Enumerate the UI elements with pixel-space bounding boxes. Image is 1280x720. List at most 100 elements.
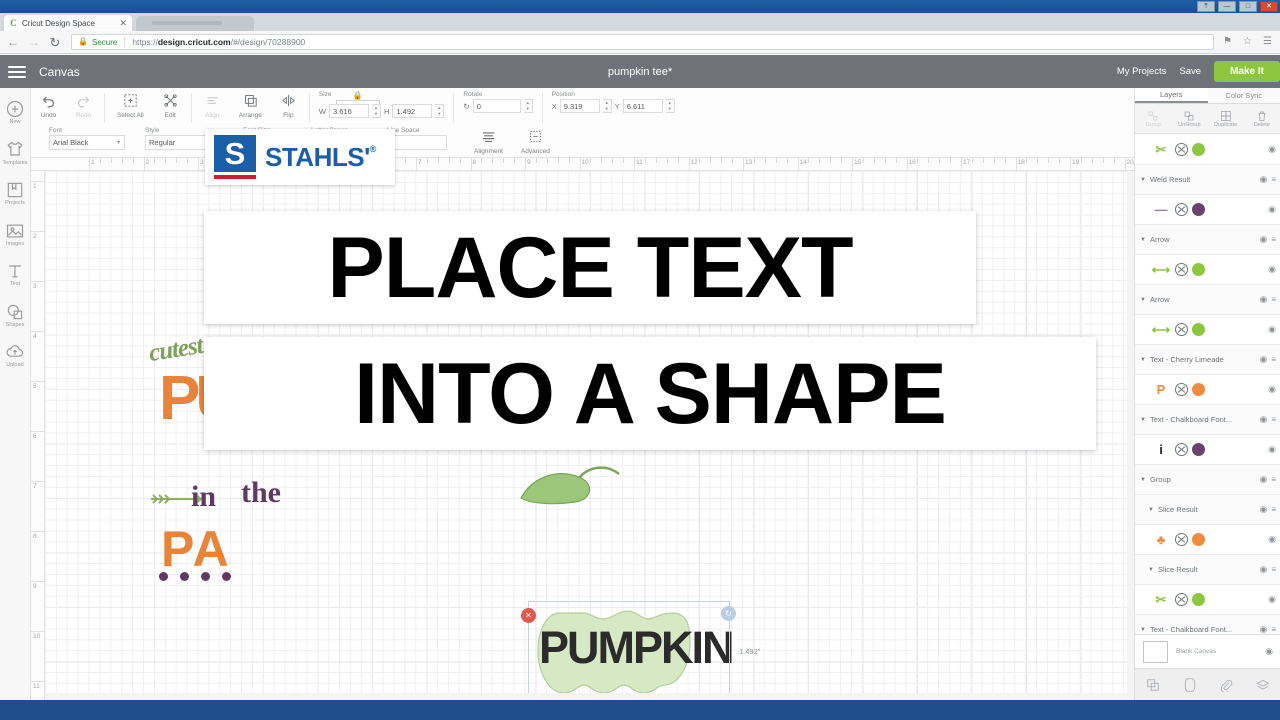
flatten-icon[interactable] (1256, 678, 1270, 692)
sidebar-item-projects[interactable]: Projects (0, 180, 31, 207)
sidebar-item-images[interactable]: Images (0, 221, 31, 248)
visibility-icon[interactable]: ◉ (1268, 384, 1276, 395)
cut-type-icon[interactable] (1175, 263, 1188, 276)
blank-canvas-visibility-icon[interactable]: ◉ (1265, 646, 1273, 657)
cut-type-icon[interactable] (1175, 383, 1188, 396)
alignment-button[interactable]: Alignment (465, 127, 512, 155)
sidebar-item-text[interactable]: Text (0, 261, 31, 288)
width-input[interactable]: 3.616 (328, 104, 369, 118)
restore-down-button[interactable]: ⤒ (1197, 1, 1215, 12)
artwork-the-text[interactable]: the (241, 476, 281, 510)
layer-row[interactable]: ♣ ◉ (1135, 525, 1280, 555)
visibility-icon[interactable]: ◉ (1268, 144, 1276, 155)
attach-icon[interactable] (1219, 678, 1233, 693)
cut-type-icon[interactable] (1175, 203, 1188, 216)
browser-tab-active[interactable]: C Cricut Design Space ✕ (4, 15, 132, 31)
slice-icon[interactable] (1146, 678, 1160, 692)
position-x-stepper[interactable]: ▲ ▼ (602, 99, 612, 113)
browser-menu-icon[interactable]: ☰ (1261, 37, 1274, 47)
layer-group-row[interactable]: ▼ Arrow ◉ ≡ (1135, 285, 1280, 315)
cut-type-icon[interactable] (1175, 443, 1188, 456)
minimize-button[interactable]: — (1218, 1, 1236, 12)
visibility-icon[interactable]: ◉ (1268, 204, 1276, 215)
position-y-input[interactable]: 6.611 (622, 99, 663, 113)
layer-more-icon[interactable]: ≡ (1271, 565, 1276, 574)
maximize-button[interactable]: □ (1239, 1, 1257, 12)
visibility-icon[interactable]: ◉ (1268, 324, 1276, 335)
size-lock-toggle[interactable]: 🔒 (335, 91, 380, 104)
width-stepper[interactable]: ▲ ▼ (371, 104, 381, 118)
advanced-button[interactable]: Advanced (512, 127, 559, 155)
height-stepper[interactable]: ▲ ▼ (435, 104, 445, 118)
layer-color-swatch[interactable] (1192, 593, 1205, 606)
chevron-down-icon[interactable]: ▼ (1140, 417, 1146, 423)
font-select[interactable]: Arial Black ▼ (49, 135, 125, 150)
position-y-stepper[interactable]: ▲ ▼ (665, 99, 675, 113)
layer-more-icon[interactable]: ≡ (1271, 355, 1276, 364)
layer-group-row[interactable]: ▼ Slice Result ◉ ≡ (1135, 495, 1280, 525)
cut-type-icon[interactable] (1175, 143, 1188, 156)
layer-group-row[interactable]: ▼ Weld Result ◉ ≡ (1135, 165, 1280, 195)
tab-close-icon[interactable]: ✕ (119, 18, 127, 28)
address-bar[interactable]: 🔒 Secure https://design.cricut.com/#/des… (71, 34, 1214, 50)
align-button[interactable]: Align (195, 91, 230, 119)
layer-row[interactable]: ⟷ ◉ (1135, 255, 1280, 285)
layer-row[interactable]: ⟷ ◉ (1135, 315, 1280, 345)
close-button[interactable]: ✕ (1260, 1, 1278, 12)
chevron-down-icon[interactable]: ▼ (1140, 297, 1146, 303)
sidebar-item-upload[interactable]: Upload (0, 342, 31, 369)
delete-handle[interactable]: ✕ (521, 608, 536, 623)
layer-color-swatch[interactable] (1192, 533, 1205, 546)
extension-icon[interactable]: ⚑ (1221, 37, 1234, 47)
chevron-down-icon[interactable]: ▼ (1140, 357, 1146, 363)
duplicate-button[interactable]: Duplicate (1208, 104, 1244, 133)
layer-more-icon[interactable]: ≡ (1271, 625, 1276, 634)
visibility-icon[interactable]: ◉ (1268, 594, 1276, 605)
chevron-down-icon[interactable]: ▼ (1140, 237, 1146, 243)
layer-color-swatch[interactable] (1192, 203, 1205, 216)
browser-tab-background[interactable] (136, 16, 254, 31)
chevron-down-icon[interactable]: ▼ (1140, 627, 1146, 633)
back-icon[interactable]: ← (6, 36, 20, 48)
tab-color-sync[interactable]: Color Sync (1208, 88, 1280, 103)
layer-group-row[interactable]: ▼ Group ◉ ≡ (1135, 465, 1280, 495)
layer-row[interactable]: ✂ ◉ (1135, 585, 1280, 615)
visibility-icon[interactable]: ◉ (1259, 564, 1267, 575)
artwork-leaf-vine-icon[interactable] (517, 464, 627, 517)
visibility-icon[interactable]: ◉ (1268, 534, 1276, 545)
visibility-icon[interactable]: ◉ (1259, 354, 1267, 365)
sidebar-item-templates[interactable]: Templates (0, 140, 31, 167)
layer-group-row[interactable]: ▼ Text - Chalkboard Font... ◉ ≡ (1135, 405, 1280, 435)
position-x-input[interactable]: 9.319 (559, 99, 600, 113)
blank-canvas-row[interactable]: Blank Canvas ◉ (1135, 634, 1280, 668)
rotate-stepper[interactable]: ▲ ▼ (523, 99, 533, 113)
blank-canvas-swatch[interactable] (1143, 640, 1168, 663)
layer-row[interactable]: P ◉ (1135, 375, 1280, 405)
layer-more-icon[interactable]: ≡ (1271, 415, 1276, 424)
weld-icon[interactable] (1183, 677, 1197, 692)
visibility-icon[interactable]: ◉ (1259, 174, 1267, 185)
cut-type-icon[interactable] (1175, 533, 1188, 546)
artwork-in-text[interactable]: in (191, 480, 216, 514)
artwork-pa-text[interactable]: PA (161, 520, 231, 578)
canvas-scrollbar-horizontal[interactable] (45, 693, 1127, 700)
arrange-button[interactable]: Arrange (230, 91, 271, 119)
chevron-down-icon[interactable]: ▼ (1140, 477, 1146, 483)
layers-list[interactable]: ✂ ◉ ▼ Weld Result ◉ ≡ — ◉ ▼ Arrow ◉ ≡ ⟷ ◉ ▼ Arrow ◉ ≡ ⟷ ◉ ▼ T… (1135, 135, 1280, 720)
forward-icon[interactable]: → (27, 36, 41, 48)
flip-button[interactable]: Flip (271, 91, 306, 119)
chevron-down-icon[interactable]: ▼ (1148, 567, 1154, 573)
visibility-icon[interactable]: ◉ (1268, 264, 1276, 275)
layer-more-icon[interactable]: ≡ (1271, 505, 1276, 514)
cut-type-icon[interactable] (1175, 593, 1188, 606)
delete-layer-button[interactable]: Delete (1244, 104, 1280, 133)
layer-row[interactable]: — ◉ (1135, 195, 1280, 225)
visibility-icon[interactable]: ◉ (1259, 504, 1267, 515)
layer-more-icon[interactable]: ≡ (1271, 295, 1276, 304)
visibility-icon[interactable]: ◉ (1259, 474, 1267, 485)
layer-group-row[interactable]: ▼ Slice Result ◉ ≡ (1135, 555, 1280, 585)
layer-group-row[interactable]: ▼ Text - Cherry Limeade ◉ ≡ (1135, 345, 1280, 375)
layer-color-swatch[interactable] (1192, 383, 1205, 396)
reload-icon[interactable]: ↻ (48, 36, 62, 49)
artwork-dots[interactable] (159, 572, 231, 581)
